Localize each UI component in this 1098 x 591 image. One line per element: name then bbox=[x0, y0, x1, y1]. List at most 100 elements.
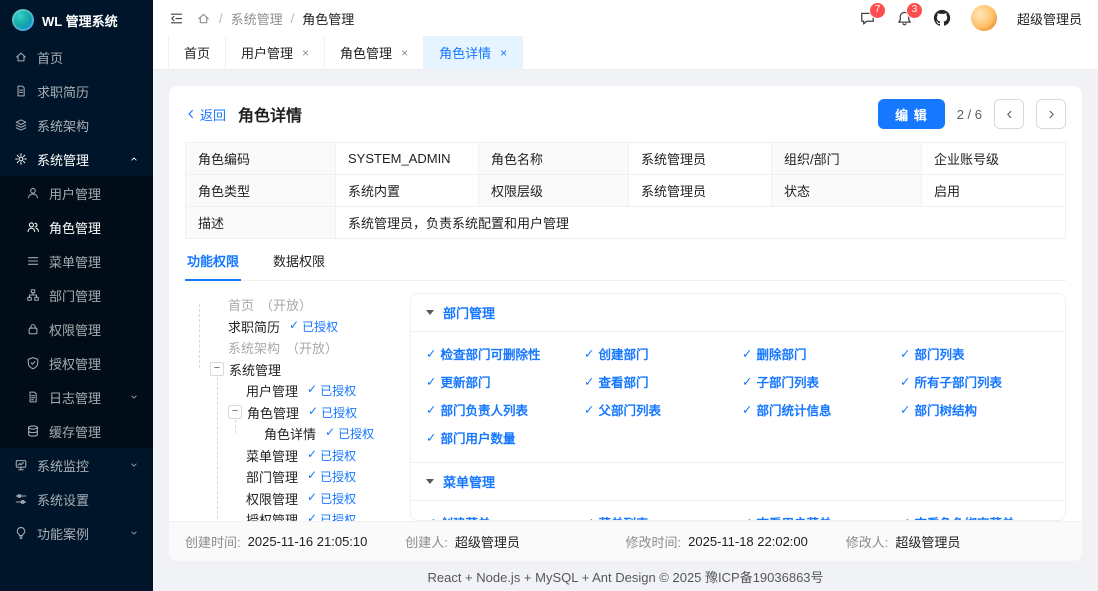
section-title: 菜单管理 bbox=[443, 472, 495, 491]
tab-function-permissions[interactable]: 功能权限 bbox=[185, 243, 241, 281]
tree-item-user-management[interactable]: 用户管理 ✓已授权 bbox=[185, 380, 410, 402]
org-chart-icon bbox=[26, 288, 40, 302]
check-icon: ✓ bbox=[426, 402, 436, 417]
sidebar-item-label: 缓存管理 bbox=[49, 422, 101, 441]
tab-user-management[interactable]: 用户管理 × bbox=[226, 36, 325, 69]
sidebar-item-user-management[interactable]: 用户管理 bbox=[0, 176, 153, 210]
desc-row: 角色编码 SYSTEM_ADMIN 角色名称 系统管理员 组织/部门 企业账号级 bbox=[186, 143, 1065, 175]
tree-item-permission-management[interactable]: 权限管理 ✓已授权 bbox=[185, 488, 410, 510]
sidebar-item-label: 用户管理 bbox=[49, 184, 101, 203]
meta-created-time: 创建时间: 2025-11-16 21:05:10 bbox=[185, 532, 405, 551]
next-record-button[interactable] bbox=[1036, 99, 1066, 129]
granted-badge: ✓已授权 bbox=[325, 425, 374, 442]
perm-grid: ✓创建菜单 ✓菜单列表 ✓查看用户菜单 ✓查看角色绑定菜单 bbox=[411, 501, 1065, 521]
tree-item-home[interactable]: 首页 （开放） bbox=[185, 294, 410, 316]
sidebar-item-department-management[interactable]: 部门管理 bbox=[0, 278, 153, 312]
tab-label: 角色详情 bbox=[439, 43, 491, 62]
perm-item: ✓所有子部门列表 bbox=[900, 372, 1050, 391]
caret-down-icon bbox=[426, 310, 434, 315]
permission-panel: 部门管理 ✓检查部门可删除性 ✓创建部门 ✓删除部门 ✓部门列表 ✓更新部门 ✓… bbox=[410, 293, 1066, 521]
check-icon: ✓ bbox=[426, 374, 436, 389]
user-icon bbox=[26, 186, 40, 200]
tab-role-detail[interactable]: 角色详情 × bbox=[424, 36, 523, 69]
sidebar-item-system-management[interactable]: 系统管理 bbox=[0, 142, 153, 176]
check-icon: ✓ bbox=[742, 402, 752, 417]
tab-close-icon[interactable]: × bbox=[302, 47, 309, 59]
app-title: WL 管理系统 bbox=[42, 11, 118, 30]
tree-item-authorization-management[interactable]: 授权管理 ✓已授权 bbox=[185, 509, 410, 521]
section-header[interactable]: 菜单管理 bbox=[411, 462, 1065, 501]
collapse-toggle-icon[interactable]: − bbox=[228, 405, 242, 419]
sidebar-item-feature-examples[interactable]: 功能案例 bbox=[0, 516, 153, 550]
check-icon: ✓ bbox=[584, 374, 594, 389]
open-tag: （开放） bbox=[260, 295, 312, 314]
collapse-toggle-icon[interactable]: − bbox=[210, 362, 224, 376]
breadcrumb-item[interactable]: 系统管理 bbox=[231, 9, 283, 28]
sidebar-item-label: 功能案例 bbox=[37, 524, 89, 543]
breadcrumb-item-current: 角色管理 bbox=[302, 9, 354, 28]
tabbar: 首页 用户管理 × 角色管理 × 角色详情 × bbox=[153, 36, 1098, 70]
avatar[interactable] bbox=[971, 5, 997, 31]
field-label: 组织/部门 bbox=[772, 143, 922, 174]
perm-item: ✓删除部门 bbox=[742, 344, 892, 363]
tree-item-role-management[interactable]: − 角色管理 ✓已授权 bbox=[185, 402, 410, 424]
sidebar-item-resume[interactable]: 求职简历 bbox=[0, 74, 153, 108]
field-value: 企业账号级 bbox=[922, 143, 1065, 174]
tab-data-permissions[interactable]: 数据权限 bbox=[271, 243, 327, 280]
tab-close-icon[interactable]: × bbox=[401, 47, 408, 59]
back-button[interactable]: 返回 bbox=[185, 105, 226, 124]
sidebar-item-authorization-management[interactable]: 授权管理 bbox=[0, 346, 153, 380]
sidebar-item-label: 系统管理 bbox=[37, 150, 89, 169]
sidebar-item-architecture[interactable]: 系统架构 bbox=[0, 108, 153, 142]
sidebar-item-system-settings[interactable]: 系统设置 bbox=[0, 482, 153, 516]
granted-badge: ✓已授权 bbox=[307, 490, 356, 507]
check-icon: ✓ bbox=[307, 382, 317, 399]
section-header[interactable]: 部门管理 bbox=[411, 294, 1065, 332]
app-logo[interactable]: WL 管理系统 bbox=[0, 0, 153, 40]
field-label: 描述 bbox=[186, 207, 336, 238]
granted-badge: ✓已授权 bbox=[308, 404, 357, 421]
sidebar-item-label: 权限管理 bbox=[49, 320, 101, 339]
perm-item: ✓更新部门 bbox=[426, 372, 576, 391]
sidebar-item-menu-management[interactable]: 菜单管理 bbox=[0, 244, 153, 278]
sidebar-item-cache-management[interactable]: 缓存管理 bbox=[0, 414, 153, 448]
tree-item-resume[interactable]: 求职简历 ✓已授权 bbox=[185, 316, 410, 338]
perm-item: ✓子部门列表 bbox=[742, 372, 892, 391]
field-label: 权限层级 bbox=[479, 175, 629, 206]
edit-button[interactable]: 编 辑 bbox=[878, 99, 945, 129]
sidebar-collapse-button[interactable] bbox=[169, 11, 184, 26]
tree-item-system-management[interactable]: − 系统管理 bbox=[185, 359, 410, 381]
breadcrumb-home-icon[interactable] bbox=[196, 11, 211, 26]
tree-item-role-detail[interactable]: 角色详情 ✓已授权 bbox=[185, 423, 410, 445]
topbar-actions: 7 3 超级管理员 bbox=[859, 5, 1082, 31]
sidebar-item-system-monitoring[interactable]: 系统监控 bbox=[0, 448, 153, 482]
tree-item-menu-management[interactable]: 菜单管理 ✓已授权 bbox=[185, 445, 410, 467]
github-button[interactable] bbox=[933, 9, 951, 27]
sidebar-submenu: 用户管理 角色管理 菜单管理 部门管理 权限管理 授权管理 bbox=[0, 176, 153, 448]
sidebar-item-log-management[interactable]: 日志管理 bbox=[0, 380, 153, 414]
check-icon: ✓ bbox=[742, 374, 752, 389]
breadcrumb-separator: / bbox=[219, 11, 223, 26]
sidebar-item-label: 首页 bbox=[37, 48, 63, 67]
desc-row: 描述 系统管理员，负责系统配置和用户管理 bbox=[186, 207, 1065, 238]
tab-role-management[interactable]: 角色管理 × bbox=[325, 36, 424, 69]
messages-button[interactable]: 7 bbox=[859, 10, 876, 27]
sidebar-item-label: 角色管理 bbox=[49, 218, 101, 237]
field-label: 角色名称 bbox=[479, 143, 629, 174]
sidebar-item-role-management[interactable]: 角色管理 bbox=[0, 210, 153, 244]
tab-close-icon[interactable]: × bbox=[500, 47, 507, 59]
perm-item: ✓菜单列表 bbox=[584, 513, 734, 521]
sidebar-item-home[interactable]: 首页 bbox=[0, 40, 153, 74]
menu-list-icon bbox=[26, 254, 40, 268]
tree-item-architecture[interactable]: 系统架构 （开放） bbox=[185, 337, 410, 359]
meta-modified-time: 修改时间: 2025-11-18 22:02:00 bbox=[626, 532, 846, 551]
sidebar-item-label: 系统设置 bbox=[37, 490, 89, 509]
prev-record-button[interactable] bbox=[994, 99, 1024, 129]
notifications-button[interactable]: 3 bbox=[896, 10, 913, 27]
check-icon: ✓ bbox=[426, 430, 436, 445]
sidebar-item-permission-management[interactable]: 权限管理 bbox=[0, 312, 153, 346]
tab-home[interactable]: 首页 bbox=[168, 36, 226, 69]
caret-down-icon bbox=[426, 479, 434, 484]
tree-item-department-management[interactable]: 部门管理 ✓已授权 bbox=[185, 466, 410, 488]
perm-item: ✓部门负责人列表 bbox=[426, 400, 576, 419]
